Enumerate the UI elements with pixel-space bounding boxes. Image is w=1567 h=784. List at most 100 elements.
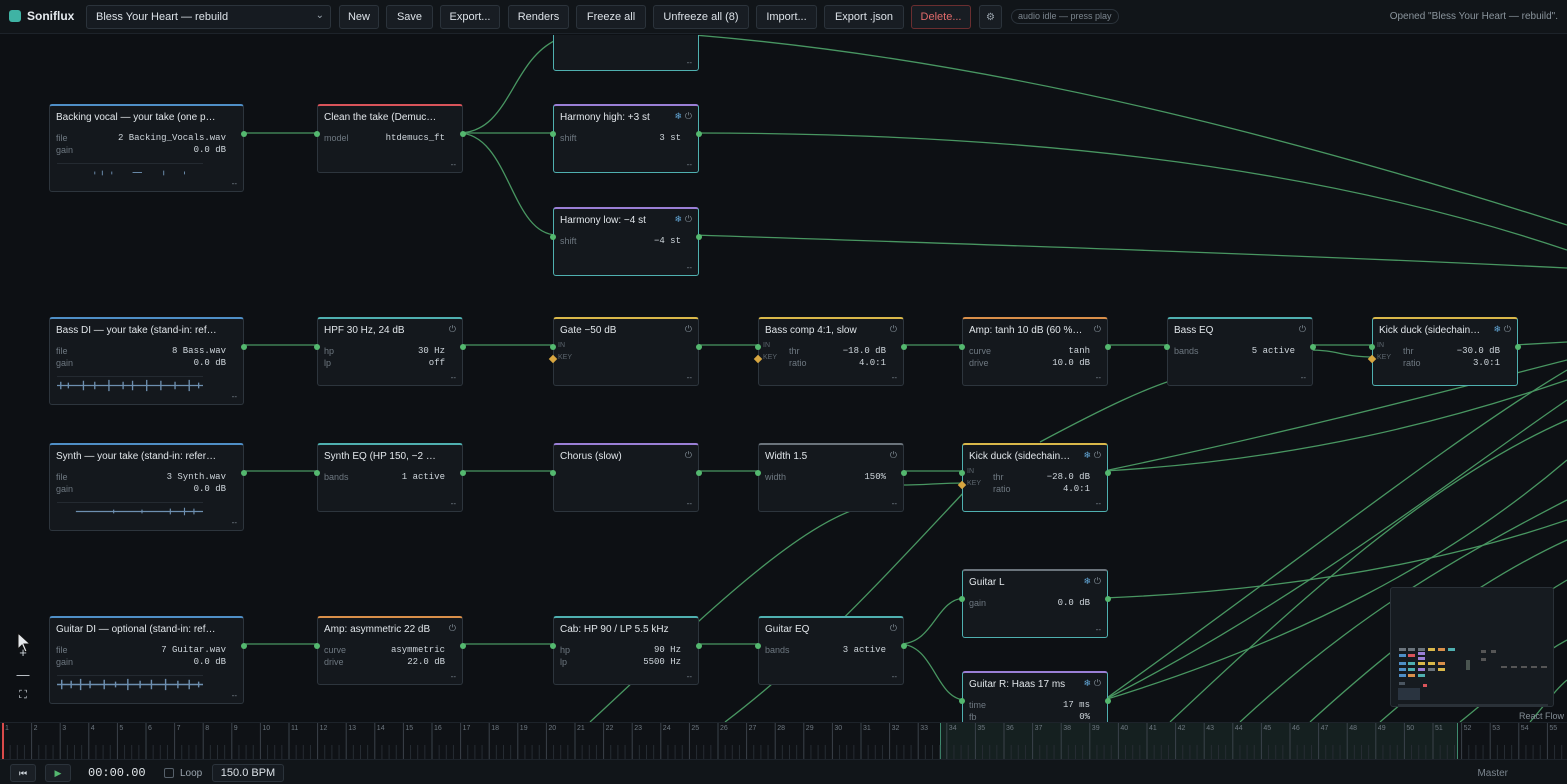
power-icon[interactable]: ⏻ — [890, 623, 897, 634]
node-menu[interactable]: -- — [687, 499, 692, 508]
export-json-button[interactable]: Export .json — [824, 5, 904, 29]
node-bass-di[interactable]: Bass DI — your take (stand-in: referen… … — [49, 317, 247, 405]
node-synth-eq[interactable]: Synth EQ (HP 150, −2 a… bands 1 active -- — [314, 443, 466, 512]
output-port[interactable] — [901, 643, 907, 649]
minimap[interactable] — [1390, 587, 1554, 707]
node-harmony-top[interactable]: -- — [553, 35, 699, 71]
node-bass-eq[interactable]: Bass EQ ⏻ bands 5 active -- — [1164, 317, 1316, 386]
param-value[interactable]: −30.0 dB — [1457, 346, 1500, 358]
input-port[interactable] — [550, 470, 556, 476]
freeze-icon[interactable]: ❄ — [1083, 678, 1091, 689]
bpm-input[interactable]: 150.0 BPM — [212, 764, 284, 782]
node-cab[interactable]: Cab: HP 90 / LP 5.5 kHz hp 90 Hz lp 5500 H… — [550, 616, 702, 685]
zoom-out-button[interactable]: — — [14, 667, 32, 689]
input-port[interactable] — [755, 643, 761, 649]
param-value[interactable]: 150% — [864, 472, 886, 484]
output-port[interactable] — [696, 470, 702, 476]
freeze-icon[interactable]: ❄ — [1083, 576, 1091, 587]
node-guitar-eq[interactable]: Guitar EQ ⏻ bands 3 active -- — [755, 616, 907, 685]
param-value[interactable]: 0.0 dB — [1058, 598, 1090, 610]
param-value[interactable]: −4 st — [654, 236, 681, 248]
gear-icon[interactable]: ⚙ — [979, 5, 1002, 29]
node-clean-take[interactable]: Clean the take (Demucs → … model htdemucs… — [314, 104, 466, 173]
param-value[interactable]: 10.0 dB — [1052, 358, 1090, 370]
play-button[interactable]: ▶ — [45, 764, 71, 782]
export-button[interactable]: Export... — [440, 5, 500, 29]
power-icon[interactable]: ⏻ — [1094, 324, 1101, 335]
node-synth[interactable]: Synth — your take (stand-in: referenc… f… — [49, 443, 247, 531]
renders-button[interactable]: Renders — [508, 5, 569, 29]
power-icon[interactable]: ⏻ — [1094, 450, 1101, 461]
power-icon[interactable]: ⏻ — [685, 450, 692, 461]
power-icon[interactable]: ⏻ — [890, 324, 897, 335]
node-menu[interactable]: -- — [1096, 373, 1101, 382]
param-value[interactable]: −18.0 dB — [843, 346, 886, 358]
power-icon[interactable]: ⏻ — [685, 111, 692, 122]
input-port[interactable] — [314, 131, 320, 137]
node-menu[interactable]: -- — [892, 373, 897, 382]
node-menu[interactable]: -- — [232, 392, 237, 401]
power-icon[interactable]: ⏻ — [685, 214, 692, 225]
graph-canvas[interactable]: -- Backing vocal — your take (one pass) … — [0, 35, 1567, 722]
output-port[interactable] — [460, 643, 466, 649]
power-icon[interactable]: ⏻ — [449, 623, 456, 634]
freeze-icon[interactable]: ❄ — [674, 214, 682, 225]
node-gate[interactable]: Gate −50 dB ⏻ -- IN KEY — [548, 317, 702, 386]
node-chorus[interactable]: Chorus (slow) ⏻ -- — [550, 443, 702, 512]
node-menu[interactable]: -- — [892, 499, 897, 508]
node-menu[interactable]: -- — [687, 672, 692, 681]
input-port[interactable] — [550, 131, 556, 137]
node-harmony-high[interactable]: Harmony high: +3 st ❄ ⏻ shift 3 st -- — [550, 104, 702, 173]
output-port[interactable] — [1105, 596, 1111, 602]
node-backing-vocal[interactable]: Backing vocal — your take (one pass) … f… — [49, 104, 247, 192]
node-menu[interactable]: -- — [1096, 625, 1101, 634]
param-value[interactable]: 4.0:1 — [1063, 484, 1090, 496]
node-menu[interactable]: -- — [687, 58, 692, 67]
param-value[interactable]: 5 active — [1252, 346, 1295, 358]
power-icon[interactable]: ⏻ — [1299, 324, 1306, 335]
output-port[interactable] — [696, 643, 702, 649]
param-value[interactable]: 3 Synth.wav — [167, 472, 226, 484]
node-menu[interactable]: -- — [687, 373, 692, 382]
node-menu[interactable]: -- — [451, 672, 456, 681]
fit-view-button[interactable]: ⛶ — [14, 689, 32, 711]
input-port[interactable] — [755, 344, 761, 350]
input-port[interactable] — [314, 344, 320, 350]
node-amp-tanh[interactable]: Amp: tanh 10 dB (60 %… ⏻ curve tanh drive… — [959, 317, 1111, 386]
param-value[interactable]: −28.0 dB — [1047, 472, 1090, 484]
param-value[interactable]: 8 Bass.wav — [172, 346, 226, 358]
param-value[interactable]: 0% — [1079, 712, 1090, 722]
unfreeze-all-button[interactable]: Unfreeze all (8) — [653, 5, 749, 29]
loop-checkbox[interactable] — [164, 768, 174, 778]
node-harmony-low[interactable]: Harmony low: −4 st ❄ ⏻ shift −4 st -- — [550, 207, 702, 276]
param-value[interactable]: 2 Backing_Vocals.wav — [118, 133, 226, 145]
input-port[interactable] — [550, 344, 556, 350]
param-value[interactable]: 30 Hz — [418, 346, 445, 358]
param-value[interactable]: asymmetric — [391, 645, 445, 657]
output-port[interactable] — [241, 643, 247, 649]
input-port[interactable] — [1164, 344, 1170, 350]
node-guitar-l[interactable]: Guitar L ❄ ⏻ gain 0.0 dB -- — [959, 569, 1111, 638]
param-value[interactable]: 90 Hz — [654, 645, 681, 657]
input-port[interactable] — [959, 698, 965, 704]
output-port[interactable] — [1105, 344, 1111, 350]
playhead[interactable] — [2, 723, 4, 760]
input-port[interactable] — [959, 596, 965, 602]
freeze-icon[interactable]: ❄ — [1493, 324, 1501, 335]
output-port[interactable] — [696, 234, 702, 240]
node-menu[interactable]: -- — [687, 263, 692, 272]
output-port[interactable] — [460, 470, 466, 476]
param-value[interactable]: 0.0 dB — [194, 358, 226, 370]
param-value[interactable]: tanh — [1068, 346, 1090, 358]
node-menu[interactable]: -- — [232, 691, 237, 700]
input-port[interactable] — [755, 470, 761, 476]
output-port[interactable] — [696, 344, 702, 350]
output-port[interactable] — [1310, 344, 1316, 350]
power-icon[interactable]: ⏻ — [890, 450, 897, 461]
power-icon[interactable]: ⏻ — [1504, 324, 1511, 335]
node-guitar-di[interactable]: Guitar DI — optional (stand-in: refere… … — [49, 616, 247, 704]
project-select[interactable]: Bless Your Heart — rebuild ⌄ — [86, 5, 331, 29]
param-value[interactable]: 3 st — [659, 133, 681, 145]
param-value[interactable]: 7 Guitar.wav — [161, 645, 226, 657]
input-port[interactable] — [959, 344, 965, 350]
